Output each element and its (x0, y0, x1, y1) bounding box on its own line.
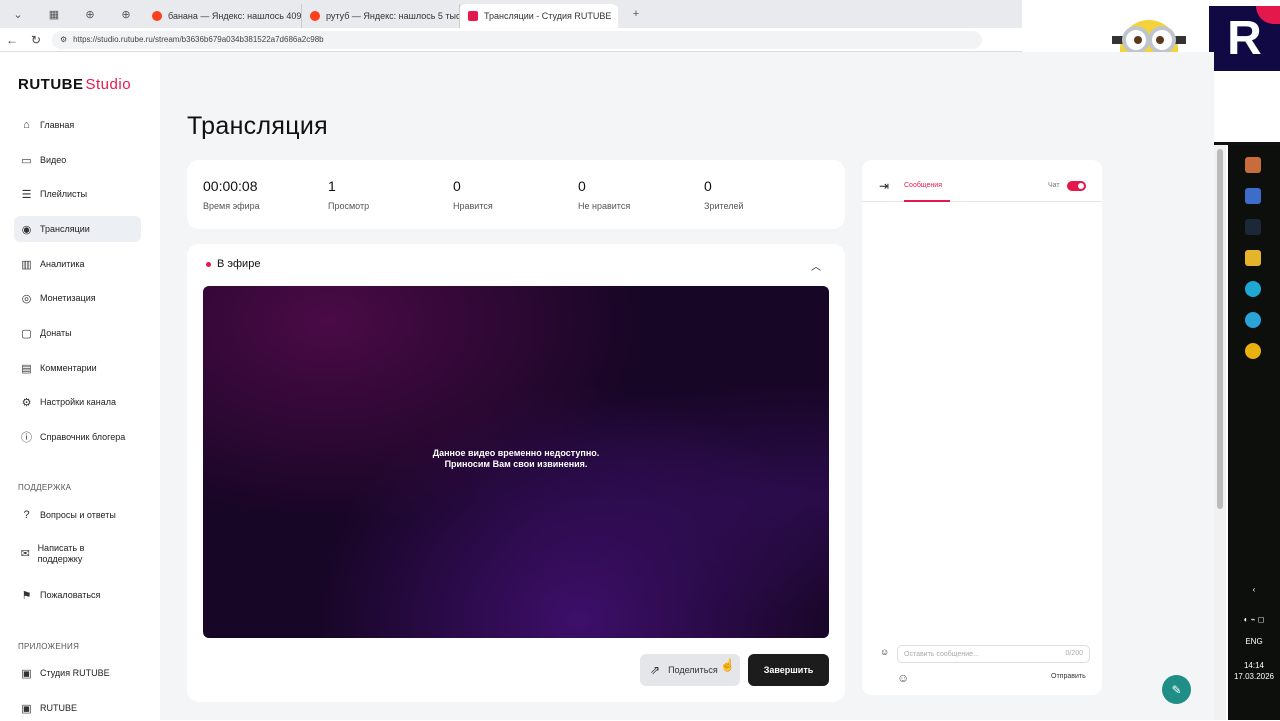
stat-likes: 0 Нравится (453, 178, 493, 211)
char-counter: 0/200 (1065, 650, 1083, 657)
playlist-icon: ☰ (21, 188, 32, 201)
address-bar-row: ← ↻ ⚙ https://studio.rutube.ru/stream/b3… (0, 28, 1022, 52)
new-tab-button[interactable]: + (618, 0, 654, 28)
taskbar-app-icon[interactable] (1245, 343, 1261, 359)
language-indicator[interactable]: ENG (1228, 637, 1280, 646)
live-status: В эфире (206, 258, 260, 270)
matrix-wallpaper (1233, 395, 1275, 555)
help-chat-button[interactable]: ✎ (1162, 675, 1191, 704)
video-player[interactable]: Данное видео временно недоступно. Принос… (203, 286, 829, 638)
url-input[interactable]: ⚙ https://studio.rutube.ru/stream/b3636b… (52, 30, 982, 49)
home-icon: ⌂ (23, 119, 30, 131)
support-heading: ПОДДЕРЖКА (18, 483, 72, 492)
rutube-app-icon: ▣ (21, 702, 32, 715)
sidebar-item-studio-app[interactable]: ▣ Студия RUTUBE (14, 660, 141, 686)
taskbar-app-icon[interactable] (1245, 157, 1261, 173)
stat-dislikes: 0 Не нравится (578, 178, 631, 211)
support-chat-icon: ✎ (1171, 682, 1182, 697)
chat-header (862, 160, 1102, 202)
site-info-icon[interactable]: ⚙ (60, 35, 67, 44)
donate-icon: ▢ (21, 327, 32, 340)
apps-heading: ПРИЛОЖЕНИЯ (18, 642, 80, 651)
hand-cursor-icon: ☝ (720, 658, 735, 672)
tab-messages[interactable]: Сообщения (904, 182, 942, 189)
live-dot-icon (206, 261, 211, 267)
stat-viewers: 0 Зрителей (704, 178, 744, 211)
chat-toggle-label: Чат (1048, 182, 1060, 189)
browser-tab-strip: ⌄ ▦ ⊕ ⊕ банана — Яндекс: нашлось 409 т..… (0, 0, 1022, 28)
sidebar-item-report[interactable]: ⚑ Пожаловаться (14, 582, 141, 608)
comments-icon: ▤ (21, 362, 32, 375)
sidebar-item-channel-settings[interactable]: ⚙ Настройки канала (14, 389, 141, 415)
reload-icon[interactable]: ↻ (24, 33, 48, 47)
back-arrow-icon[interactable]: ← (0, 33, 24, 47)
rutube-studio-logo[interactable]: RUTUBE Studio (18, 76, 131, 93)
share-icon: ⇗ (650, 663, 661, 677)
sidebar-item-analytics[interactable]: ▥ Аналитика (14, 251, 141, 277)
sidebar-item-video[interactable]: ▭ Видео (14, 147, 141, 173)
settings-icon: ⚙ (21, 396, 32, 409)
sidebar-item-broadcasts[interactable]: ◉ Трансляции (14, 216, 141, 242)
browser-tab[interactable]: рутуб — Яндекс: нашлось 5 тыс. ... ✕ (302, 4, 460, 28)
tray-icons[interactable]: ◐ ⌁ ◻ (1228, 615, 1280, 624)
faq-icon: ? (23, 509, 30, 521)
end-stream-button[interactable]: Завершить (748, 654, 829, 686)
chevron-left-icon[interactable]: ‹ (1228, 585, 1280, 594)
analytics-icon: ▥ (21, 258, 32, 271)
sidebar-item-donations[interactable]: ▢ Донаты (14, 320, 141, 346)
stats-card (187, 160, 845, 229)
stat-views: 1 Просмотр (328, 178, 370, 211)
collapse-chat-icon[interactable]: ⇥ (879, 179, 889, 193)
page-scrollbar[interactable] (1214, 145, 1226, 720)
mail-icon: ✉ (20, 547, 30, 560)
chevron-up-icon[interactable]: ︿ (811, 258, 821, 273)
sidebar-item-monetization[interactable]: ◎ Монетизация (14, 285, 141, 311)
rutube-favicon-icon (468, 11, 478, 21)
sidebar-item-comments[interactable]: ▤ Комментарии (14, 355, 141, 381)
windows-taskbar: ‹ ◐ ⌁ ◻ ENG 14:14 17.03.2026 (1228, 145, 1280, 720)
edge-icon[interactable] (1245, 281, 1261, 297)
info-icon: ⓘ (21, 432, 32, 444)
send-button[interactable]: Отправить (1051, 673, 1086, 680)
pinned-tab-1[interactable]: ▦ (36, 0, 72, 28)
browser-tab[interactable]: банана — Яндекс: нашлось 409 т... ✕ (144, 4, 302, 28)
broadcast-icon: ◉ (21, 223, 32, 236)
clock-date[interactable]: 17.03.2026 (1228, 672, 1280, 681)
sidebar-item-contact-support[interactable]: ✉ Написать в поддержку (14, 535, 114, 573)
chat-message-input[interactable]: Оставить сообщение... 0/200 (897, 645, 1090, 663)
sidebar-item-rutube-app[interactable]: ▣ RUTUBE (14, 695, 141, 721)
yandex-favicon-icon (152, 11, 162, 21)
tab-search-button[interactable]: ⌄ (0, 0, 36, 28)
pinned-tab-3[interactable]: ⊕ (108, 0, 144, 28)
emoji-icon[interactable]: ☺ (897, 671, 909, 685)
taskbar-app-icon[interactable] (1245, 188, 1261, 204)
video-icon: ▭ (21, 154, 32, 167)
sidebar-item-faq[interactable]: ? Вопросы и ответы (14, 502, 141, 528)
player-unavailable-message: Данное видео временно недоступно. Принос… (432, 448, 600, 469)
sidebar-item-home[interactable]: ⌂ Главная (14, 112, 141, 138)
taskbar-app-icon[interactable] (1245, 250, 1261, 266)
yandex-favicon-icon (310, 11, 320, 21)
sidebar-item-blogger-guide[interactable]: ⓘ Справочник блогера (14, 424, 141, 450)
chat-toggle[interactable] (1067, 181, 1086, 191)
pinned-tab-2[interactable]: ⊕ (72, 0, 108, 28)
scrollbar-thumb[interactable] (1217, 149, 1223, 509)
active-tab-underline (904, 200, 950, 202)
browser-tab-active[interactable]: Трансляции - Студия RUTUBE ✕ (460, 4, 618, 28)
studio-app-icon: ▣ (21, 667, 32, 680)
page-title: Трансляция (187, 112, 328, 140)
telegram-icon[interactable] (1245, 312, 1261, 328)
rutube-r-logo: R (1209, 6, 1280, 71)
clock-time[interactable]: 14:14 (1228, 661, 1280, 670)
stat-airtime: 00:00:08 Время эфира (203, 178, 260, 211)
sidebar-item-playlists[interactable]: ☰ Плейлисты (14, 181, 141, 207)
flag-icon: ⚑ (21, 589, 32, 602)
sidebar: RUTUBE Studio ⌂ Главная ▭ Видео ☰ Плейлисты … (0, 52, 160, 720)
chat-panel: ⇥ Сообщения Чат ☺ Оставить сообщение... … (862, 160, 1102, 695)
user-avatar-icon: ☺ (880, 647, 890, 657)
steam-icon[interactable] (1245, 219, 1261, 235)
money-icon: ◎ (21, 292, 32, 305)
